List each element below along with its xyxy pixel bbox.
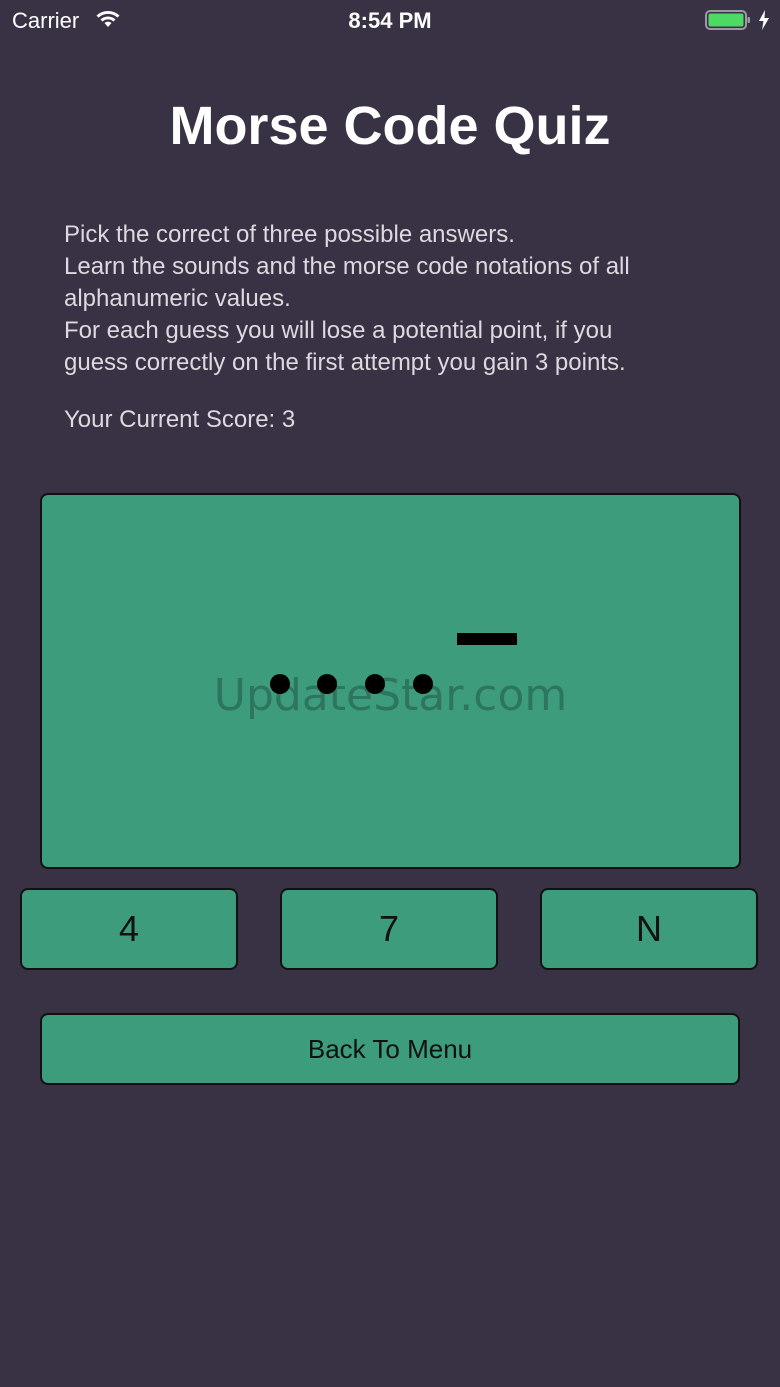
status-bar: Carrier 8:54 PM [0, 0, 780, 40]
morse-dash [457, 633, 517, 645]
quiz-screen: Carrier 8:54 PM Morse Code Quiz Pick the… [0, 0, 780, 1387]
morse-code-display[interactable]: UpdateStar.com [40, 493, 741, 869]
answer-button-1[interactable]: 4 [20, 888, 238, 970]
instructions-line: Pick the correct of three possible answe… [64, 221, 515, 248]
back-to-menu-button[interactable]: Back To Menu [40, 1013, 740, 1085]
answer-button-3[interactable]: N [540, 888, 758, 970]
instructions-line: For each guess you will lose a potential… [64, 317, 613, 344]
morse-dot [365, 674, 385, 694]
page-title: Morse Code Quiz [169, 96, 611, 156]
morse-dot [270, 674, 290, 694]
current-score: Your Current Score: 3 [64, 406, 296, 433]
instructions-line: guess correctly on the first attempt you… [64, 349, 626, 376]
instructions-line: alphanumeric values. [64, 285, 291, 312]
morse-dot [413, 674, 433, 694]
charging-bolt-icon [759, 10, 769, 30]
morse-dot [317, 674, 337, 694]
answer-button-2[interactable]: 7 [280, 888, 498, 970]
instructions-line: Learn the sounds and the morse code nota… [64, 253, 630, 280]
morse-symbols [270, 633, 517, 694]
instructions-text: Pick the correct of three possible answe… [64, 219, 744, 379]
clock-time: 8:54 PM [348, 8, 432, 33]
battery-icon [705, 10, 750, 30]
